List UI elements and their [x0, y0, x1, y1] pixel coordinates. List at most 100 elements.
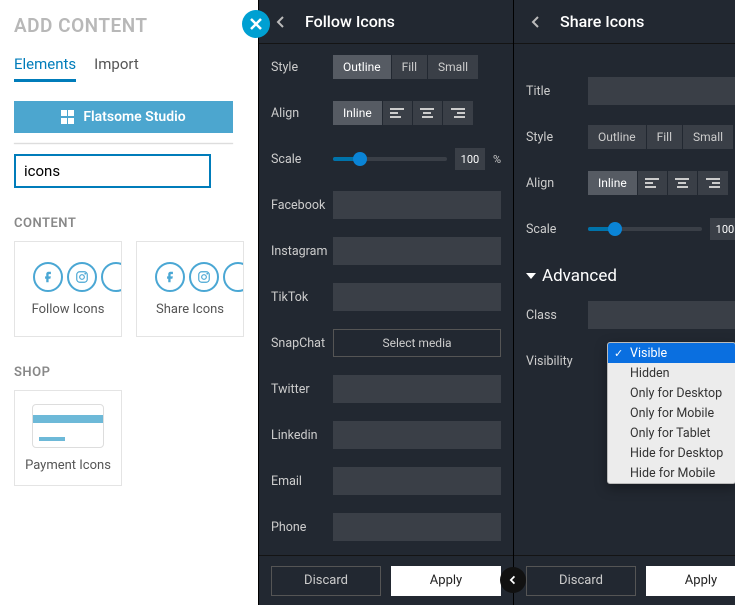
share-icons-panel: Share Icons Title Style Outline Fill Sma… [513, 0, 735, 605]
label-phone: Phone [271, 520, 333, 535]
percent-label: % [493, 153, 501, 166]
panel-title: Share Icons [560, 12, 644, 31]
facebook-input[interactable] [333, 191, 501, 219]
style-fill[interactable]: Fill [392, 55, 428, 79]
align-right-icon [451, 108, 465, 118]
opt-mobile-only[interactable]: Only for Mobile [608, 403, 735, 423]
label-visibility: Visibility [526, 354, 588, 369]
tabs: Elements Import [14, 55, 244, 83]
card-label: Share Icons [156, 302, 224, 317]
scale-slider[interactable] [333, 157, 447, 161]
section-shop-label: SHOP [14, 365, 244, 380]
title-input[interactable] [588, 77, 735, 105]
back-button[interactable] [269, 10, 293, 34]
card-share-icons[interactable]: Share Icons [136, 241, 244, 337]
phone-input[interactable] [333, 513, 501, 541]
search-input[interactable] [14, 154, 211, 188]
close-button[interactable] [242, 10, 270, 38]
tab-import[interactable]: Import [94, 55, 139, 82]
align-right-icon [706, 178, 720, 188]
style-small[interactable]: Small [683, 125, 733, 149]
opt-tablet-only[interactable]: Only for Tablet [608, 423, 735, 443]
label-scale: Scale [526, 222, 588, 237]
discard-button[interactable]: Discard [526, 566, 636, 596]
card-label: Follow Icons [32, 302, 105, 317]
card-label: Payment Icons [25, 458, 111, 473]
class-input[interactable] [588, 301, 735, 329]
align-center-icon [675, 178, 689, 188]
label-facebook: Facebook [271, 198, 333, 213]
style-outline[interactable]: Outline [333, 55, 392, 79]
label-scale: Scale [271, 152, 333, 167]
chevron-left-icon [531, 15, 541, 29]
label-style: Style [526, 130, 588, 145]
align-center-icon [420, 108, 434, 118]
tiktok-input[interactable] [333, 283, 501, 311]
card-follow-icons[interactable]: Follow Icons [14, 241, 122, 337]
style-toggle: Outline Fill Small [333, 55, 478, 79]
align-left[interactable] [638, 171, 668, 195]
instagram-input[interactable] [333, 237, 501, 265]
label-align: Align [271, 106, 333, 121]
scale-slider[interactable] [588, 227, 702, 231]
advanced-toggle[interactable]: Advanced [526, 266, 735, 286]
visibility-dropdown: Visible Hidden Only for Desktop Only for… [607, 342, 735, 484]
align-center[interactable] [413, 101, 443, 125]
style-toggle: Outline Fill Small [588, 125, 733, 149]
opt-hide-mobile[interactable]: Hide for Mobile [608, 463, 735, 483]
align-inline[interactable]: Inline [333, 101, 383, 125]
section-content-label: CONTENT [14, 216, 244, 231]
apply-button[interactable]: Apply [391, 566, 501, 596]
label-instagram: Instagram [271, 244, 333, 259]
close-icon [249, 17, 263, 31]
panel-title: Follow Icons [305, 12, 395, 31]
back-button[interactable] [524, 10, 548, 34]
label-twitter: Twitter [271, 382, 333, 397]
flatsome-studio-button[interactable]: Flatsome Studio [14, 101, 233, 133]
twitter-input[interactable] [333, 375, 501, 403]
label-snapchat: SnapChat [271, 336, 333, 351]
card-payment-icons[interactable]: Payment Icons [14, 390, 122, 486]
chevron-left-icon [276, 15, 286, 29]
label-email: Email [271, 474, 333, 489]
label-style: Style [271, 60, 333, 75]
add-content-sidebar: ADD CONTENT Elements Import Flatsome Stu… [0, 0, 258, 605]
label-align: Align [526, 176, 588, 191]
opt-desktop-only[interactable]: Only for Desktop [608, 383, 735, 403]
opt-visible[interactable]: Visible [608, 343, 735, 363]
payment-card-icon [32, 404, 104, 448]
social-icons-preview [33, 262, 122, 292]
social-icons-preview [155, 262, 244, 292]
style-fill[interactable]: Fill [647, 125, 683, 149]
label-linkedin: Linkedin [271, 428, 333, 443]
advanced-label: Advanced [542, 266, 617, 286]
studio-button-label: Flatsome Studio [83, 109, 185, 125]
align-left-icon [390, 108, 404, 118]
align-toggle: Inline [588, 171, 728, 195]
align-left-icon [645, 178, 659, 188]
grid-icon [61, 110, 75, 124]
label-tiktok: TikTok [271, 290, 333, 305]
email-input[interactable] [333, 467, 501, 495]
style-small[interactable]: Small [428, 55, 478, 79]
style-outline[interactable]: Outline [588, 125, 647, 149]
align-right[interactable] [698, 171, 728, 195]
opt-hidden[interactable]: Hidden [608, 363, 735, 383]
scale-value: 100 [455, 148, 485, 170]
linkedin-input[interactable] [333, 421, 501, 449]
chevron-left-icon [509, 575, 517, 585]
align-inline[interactable]: Inline [588, 171, 638, 195]
label-class: Class [526, 308, 588, 323]
select-media-button[interactable]: Select media [333, 329, 501, 357]
align-left[interactable] [383, 101, 413, 125]
page-title: ADD CONTENT [14, 14, 244, 37]
label-title: Title [526, 84, 588, 99]
scale-value: 100 [710, 218, 735, 240]
align-right[interactable] [443, 101, 473, 125]
collapse-handle[interactable] [500, 567, 526, 593]
align-center[interactable] [668, 171, 698, 195]
apply-button[interactable]: Apply [646, 566, 735, 596]
opt-hide-desktop[interactable]: Hide for Desktop [608, 443, 735, 463]
tab-elements[interactable]: Elements [14, 55, 76, 82]
discard-button[interactable]: Discard [271, 566, 381, 596]
